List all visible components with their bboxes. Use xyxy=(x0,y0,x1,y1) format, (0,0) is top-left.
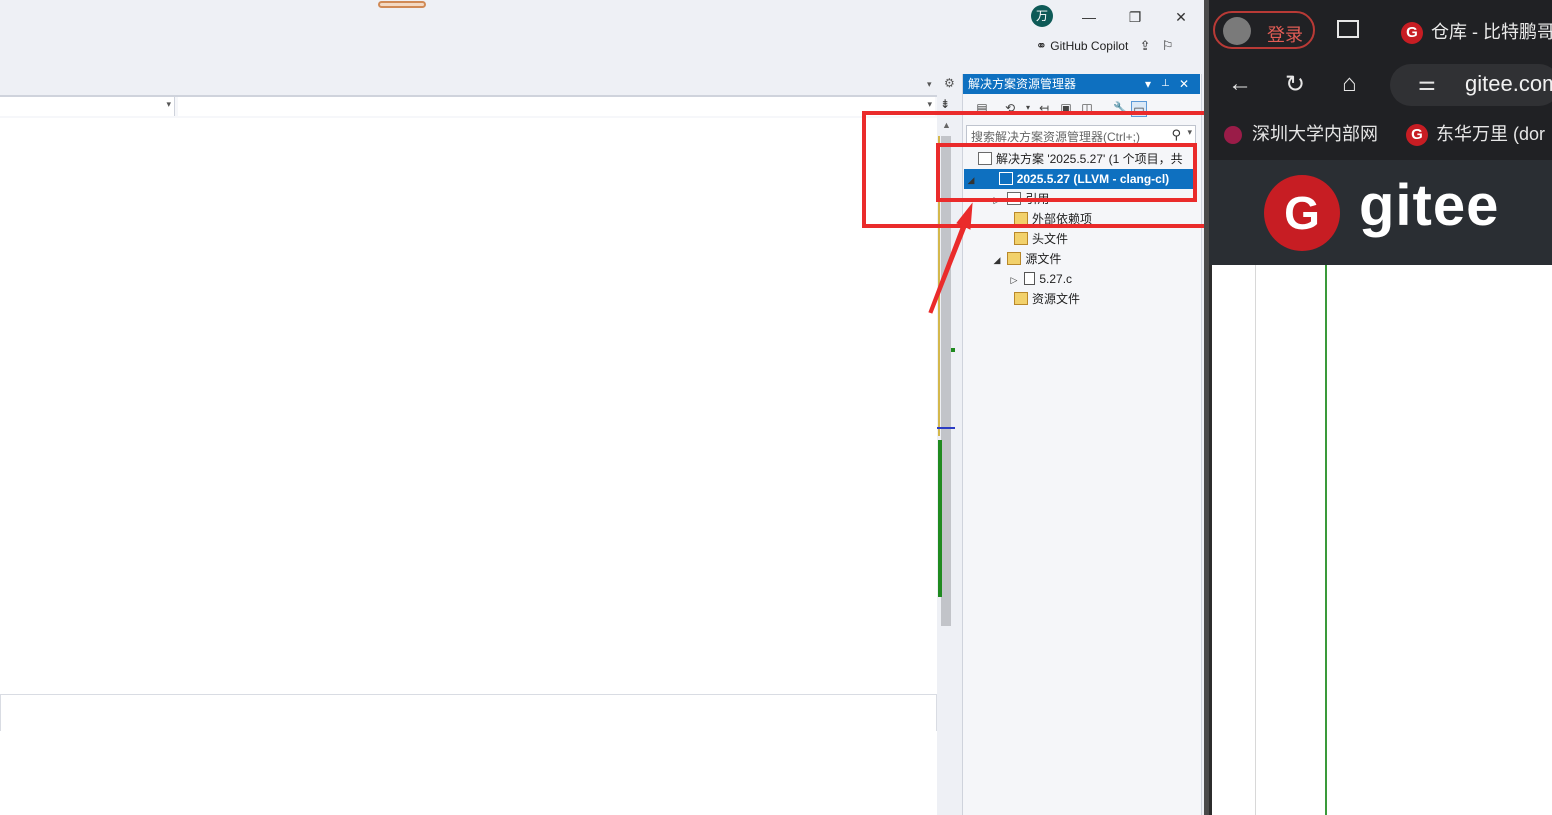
bookmark-item[interactable]: G 东华万里 (dor xyxy=(1406,120,1546,147)
panel-menu-icon[interactable]: ▾ xyxy=(1145,74,1151,94)
tab-overflow-icon[interactable]: ▾ xyxy=(927,79,932,90)
copilot-icon: ⚭ xyxy=(1036,38,1047,53)
solution-explorer-title-bar[interactable]: 解决方案资源管理器 ▾ ⊥ ✕ xyxy=(963,74,1200,94)
tree-node-label: 源文件 xyxy=(1025,252,1062,266)
minimize-button[interactable]: — xyxy=(1075,6,1103,28)
split-editor-icon[interactable]: ⇟ xyxy=(940,97,950,111)
login-button[interactable]: 登录 xyxy=(1213,11,1315,49)
tree-node-c-file[interactable]: ▷ 5.27.c xyxy=(1007,269,1073,290)
reload-icon[interactable]: ↻ xyxy=(1285,70,1305,99)
browser-tab[interactable]: G 仓库 - 比特鹏哥 xyxy=(1401,18,1552,45)
restore-button[interactable]: ❐ xyxy=(1121,6,1149,28)
folder-filter-icon xyxy=(1007,252,1022,266)
close-panel-icon[interactable]: ✕ xyxy=(1179,74,1189,94)
back-arrow-icon[interactable]: ← xyxy=(1228,70,1252,98)
browser-page-content xyxy=(1209,265,1552,815)
tree-node-label: 头文件 xyxy=(1032,232,1069,246)
change-marker-green xyxy=(938,440,942,597)
tree-node-source-files[interactable]: ◢ 源文件 xyxy=(990,249,1062,270)
code-editor[interactable] xyxy=(0,118,937,694)
drag-handle[interactable] xyxy=(378,1,426,8)
site-settings-icon[interactable]: ⚌ xyxy=(1418,71,1436,96)
tab-title: 仓库 - 比特鹏哥 xyxy=(1431,22,1552,42)
login-label: 登录 xyxy=(1267,25,1303,45)
caret-marker xyxy=(937,427,955,429)
content-guide-line-green xyxy=(1325,265,1327,815)
tree-node-resource-files[interactable]: 资源文件 xyxy=(1014,289,1080,309)
c-file-icon xyxy=(1024,272,1036,286)
avatar xyxy=(1223,17,1251,45)
bookmark-label: 东华万里 (dor xyxy=(1436,124,1546,144)
member-dropdown[interactable]: ▾ xyxy=(178,97,935,116)
bookmark-label: 深圳大学内部网 xyxy=(1252,124,1378,144)
gitee-favicon-icon: G xyxy=(1406,124,1428,147)
gitee-favicon-icon: G xyxy=(1401,22,1423,45)
address-bar[interactable]: ⚌ gitee.com xyxy=(1390,64,1552,106)
bookmark-item[interactable]: 深圳大学内部网 xyxy=(1224,120,1378,146)
folder-filter-icon xyxy=(1014,232,1028,246)
change-marker-dot xyxy=(951,348,955,352)
gitee-logo-icon: G xyxy=(1264,175,1340,251)
home-icon[interactable]: ⌂ xyxy=(1342,70,1357,98)
url-text: gitee.com xyxy=(1465,71,1552,96)
solution-explorer-title: 解决方案资源管理器 xyxy=(968,77,1077,91)
settings-gear-icon[interactable]: ⚙ xyxy=(944,76,955,90)
tab-sidebar-icon[interactable] xyxy=(1337,20,1359,38)
output-area xyxy=(0,731,937,815)
annotation-box-inner xyxy=(936,143,1197,202)
chevron-down-icon: ▾ xyxy=(166,99,171,109)
gitee-wordmark: gitee xyxy=(1359,173,1500,238)
pin-icon[interactable]: ⊥ xyxy=(1161,74,1170,94)
vs-title-bar: 万 — ❐ ✕ ⚭ GitHub Copilot ⇪ ⚐ xyxy=(0,0,1205,66)
content-guide-line xyxy=(1255,265,1256,815)
feedback-icon[interactable]: ⚐ xyxy=(1162,38,1174,53)
copilot-button[interactable]: ⚭ GitHub Copilot ⇪ ⚐ xyxy=(1036,38,1174,54)
project-scope-dropdown[interactable]: ▾ xyxy=(0,97,175,116)
expanded-icon[interactable]: ◢ xyxy=(990,250,1004,270)
tree-node-label: 5.27.c xyxy=(1039,272,1073,286)
folder-filter-icon xyxy=(1014,292,1028,306)
chevron-down-icon: ▾ xyxy=(927,99,932,109)
copilot-label: GitHub Copilot xyxy=(1050,39,1129,53)
bookmark-favicon-icon xyxy=(1224,126,1242,145)
tree-node-label: 资源文件 xyxy=(1032,292,1081,306)
tree-node-header-files[interactable]: 头文件 xyxy=(1014,229,1068,249)
collapsed-icon[interactable]: ▷ xyxy=(1007,270,1021,290)
content-left-edge xyxy=(1209,265,1212,815)
editor-status-strip xyxy=(0,694,937,732)
close-button[interactable]: ✕ xyxy=(1167,6,1195,28)
share-icon[interactable]: ⇪ xyxy=(1140,38,1151,53)
gitee-header[interactable]: G gitee xyxy=(1209,160,1552,265)
account-avatar[interactable]: 万 xyxy=(1031,5,1053,27)
